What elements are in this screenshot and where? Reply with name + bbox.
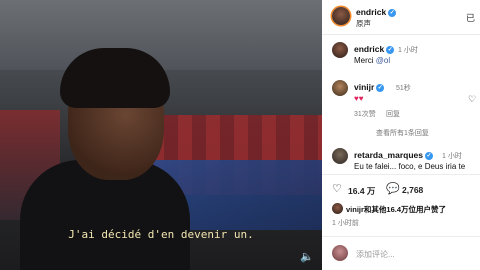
speaker-icon[interactable]: 🔈 bbox=[300, 250, 314, 263]
comment-icon[interactable]: 💬 bbox=[386, 182, 400, 195]
divider bbox=[322, 236, 480, 237]
audio-label[interactable]: 原声 bbox=[356, 18, 371, 29]
liked-by-text[interactable]: vinijr和其他16.4万位用户赞了 bbox=[346, 204, 446, 215]
comment-like-icon[interactable]: ♡ bbox=[468, 94, 476, 105]
comment-avatar[interactable] bbox=[332, 42, 348, 58]
comment-text: Eu te falei... foco, e Deus iria te bbox=[354, 162, 466, 171]
comment-username[interactable]: vinijr ✓ bbox=[354, 82, 385, 92]
comment-time: 1 小时 bbox=[442, 153, 462, 160]
comment-username[interactable]: endrick ✓ bbox=[354, 44, 395, 54]
comment-input[interactable]: 添加评论... bbox=[356, 249, 395, 260]
video-player[interactable]: J'ai décidé d'en devenir un. 🔈 bbox=[0, 0, 322, 270]
comment-like-count[interactable]: 31次赞 bbox=[354, 109, 376, 119]
comment-username[interactable]: retarda_marques ✓ bbox=[354, 150, 433, 160]
comment-time: 1 小时 bbox=[398, 47, 418, 54]
post-panel: endrick ✓ 原声 已 endrick ✓ 1 小时 Merci @ol vi… bbox=[322, 0, 480, 270]
comment-avatar[interactable] bbox=[332, 148, 348, 164]
like-count: 16.4 万 bbox=[348, 186, 376, 196]
mention-link[interactable]: @ol bbox=[376, 56, 390, 65]
more-options-label[interactable]: 已 bbox=[466, 11, 475, 24]
comment-text: Merci @ol bbox=[354, 56, 391, 65]
verified-icon: ✓ bbox=[386, 45, 395, 54]
comment-count: 2,768 bbox=[402, 185, 424, 195]
comment-text: ♥♥ bbox=[354, 94, 364, 103]
verified-icon: ✓ bbox=[376, 83, 385, 92]
comment-time: 51秒 bbox=[396, 85, 411, 92]
video-subtitle: J'ai décidé d'en devenir un. bbox=[68, 228, 254, 241]
author-avatar[interactable] bbox=[332, 7, 350, 25]
author-username[interactable]: endrick ✓ bbox=[356, 7, 397, 17]
comment-avatar[interactable] bbox=[332, 80, 348, 96]
current-user-avatar bbox=[332, 245, 348, 261]
liked-by-avatar bbox=[332, 203, 343, 214]
player-hair bbox=[60, 48, 170, 108]
like-icon[interactable]: ♡ bbox=[332, 182, 342, 195]
view-replies-link[interactable]: 查看所有1条回复 bbox=[376, 128, 429, 138]
verified-icon: ✓ bbox=[388, 8, 397, 17]
divider bbox=[322, 174, 480, 175]
verified-icon: ✓ bbox=[424, 151, 433, 160]
post-time: 1 小时前 bbox=[332, 220, 359, 227]
post-header: endrick ✓ 原声 已 bbox=[322, 0, 480, 35]
reply-link[interactable]: 回复 bbox=[386, 109, 400, 119]
